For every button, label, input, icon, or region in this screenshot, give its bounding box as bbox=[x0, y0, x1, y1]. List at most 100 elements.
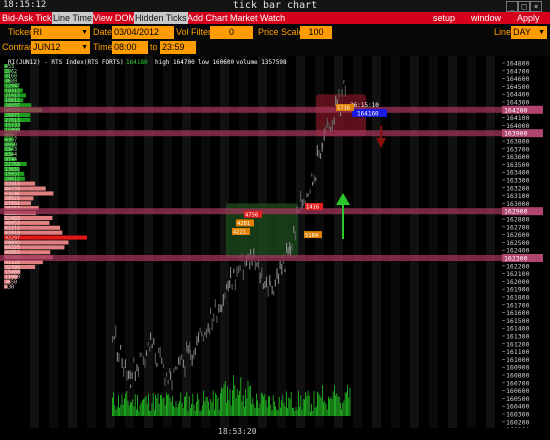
volume-bar bbox=[138, 411, 140, 416]
price-bar bbox=[167, 379, 169, 385]
vol-filter-label: Vol Filter bbox=[176, 27, 212, 37]
price-bar bbox=[193, 349, 195, 359]
ticker-value: RI bbox=[33, 27, 42, 37]
contract-select[interactable]: JUN12 ▼ bbox=[31, 41, 90, 54]
volume-bar bbox=[152, 392, 154, 416]
menu-window[interactable]: window bbox=[470, 12, 502, 24]
price-bar bbox=[174, 366, 176, 370]
volume-bar bbox=[343, 400, 345, 416]
price-bar bbox=[196, 336, 198, 346]
volume-bar bbox=[320, 397, 322, 416]
level-line[interactable] bbox=[0, 130, 502, 137]
price-bar bbox=[149, 345, 151, 352]
volume-bar bbox=[136, 409, 137, 416]
price-bar bbox=[202, 335, 204, 342]
price-bar bbox=[322, 143, 324, 148]
volume-bar bbox=[196, 401, 197, 416]
volume-bar bbox=[336, 393, 338, 416]
volume-bar bbox=[248, 386, 250, 416]
volume-bar bbox=[226, 402, 227, 416]
volume-bar bbox=[203, 390, 204, 416]
menu-bid-ask-tick[interactable]: Bid-Ask Tick bbox=[1, 12, 53, 24]
volume-bar bbox=[112, 397, 113, 416]
time-to-field[interactable]: 23:59 bbox=[160, 41, 196, 54]
minimize-icon[interactable]: _ bbox=[506, 1, 518, 12]
volume-bar bbox=[274, 401, 275, 416]
price-bar bbox=[206, 328, 208, 338]
volume-bar bbox=[149, 411, 150, 416]
volume-bar bbox=[146, 403, 148, 416]
level-line[interactable] bbox=[0, 106, 502, 113]
price-tick-label: 160400 bbox=[506, 403, 530, 411]
price-bar bbox=[261, 267, 263, 279]
volume-bar bbox=[121, 394, 123, 416]
price-bar bbox=[120, 344, 122, 350]
volume-bar bbox=[160, 395, 161, 416]
price-tick-label: 163300 bbox=[506, 177, 530, 185]
volume-bar bbox=[341, 409, 342, 416]
volume-bar bbox=[288, 397, 290, 416]
volume-bar bbox=[228, 400, 230, 416]
volume-bar bbox=[115, 409, 117, 416]
restore-icon[interactable]: □ bbox=[518, 1, 530, 12]
volume-bar bbox=[308, 395, 310, 416]
countdown-label: 26:15:10 bbox=[350, 102, 379, 109]
date-field[interactable]: 03/04/2012 bbox=[112, 26, 174, 39]
volume-bar bbox=[208, 401, 209, 416]
price-scale-field[interactable]: 100 bbox=[300, 26, 332, 39]
price-bar bbox=[162, 363, 164, 369]
price-tick-label: 162600 bbox=[506, 231, 530, 239]
price-bar bbox=[320, 153, 322, 159]
price-bar bbox=[214, 299, 216, 308]
volume-bar bbox=[214, 409, 215, 416]
menu-setup[interactable]: setup bbox=[432, 12, 456, 24]
close-icon[interactable]: × bbox=[530, 1, 542, 12]
price-bar bbox=[341, 88, 343, 98]
chart-area[interactable]: 453 2962 3168 3680 12947 18312 21917 18812 28037… bbox=[0, 56, 550, 440]
price-bar bbox=[176, 366, 178, 370]
level-line[interactable] bbox=[0, 255, 502, 261]
price-bar bbox=[146, 350, 148, 356]
volume-bar bbox=[114, 405, 116, 416]
trade-label: 1416 bbox=[306, 205, 319, 211]
menu-view-dom[interactable]: View DOM bbox=[92, 12, 137, 24]
volume-bar bbox=[342, 402, 344, 416]
level-price-label: 163900 bbox=[504, 130, 528, 138]
price-bar bbox=[284, 269, 286, 273]
current-price-label: 164160 bbox=[357, 110, 379, 117]
vol-filter-field[interactable]: 0 bbox=[210, 26, 253, 39]
ticker-select[interactable]: RI ▼ bbox=[31, 26, 90, 39]
volume-bar bbox=[240, 377, 242, 416]
price-bar bbox=[156, 362, 158, 367]
volume-bar bbox=[276, 409, 278, 416]
price-bar bbox=[326, 118, 328, 128]
menu-hidden-ticks[interactable]: Hidden Ticks bbox=[134, 12, 188, 24]
price-bar bbox=[199, 328, 201, 333]
price-bar bbox=[259, 272, 261, 284]
apply-button[interactable]: Apply bbox=[516, 12, 541, 24]
volume-bar bbox=[349, 387, 351, 416]
price-bar bbox=[294, 231, 296, 241]
volume-bar bbox=[344, 392, 346, 416]
line-select[interactable]: DAY ▼ bbox=[511, 26, 547, 39]
price-bar bbox=[179, 355, 181, 366]
time-from-field[interactable]: 08:00 bbox=[112, 41, 148, 54]
menu-add-chart[interactable]: Add Chart bbox=[186, 12, 229, 24]
price-bar bbox=[315, 177, 317, 182]
menu-line-time[interactable]: Line Time bbox=[52, 12, 94, 24]
volume-bar bbox=[271, 410, 273, 416]
volume-bar bbox=[264, 394, 266, 416]
volume-bar bbox=[232, 390, 233, 416]
price-bar bbox=[126, 370, 128, 381]
price-bar bbox=[116, 352, 118, 362]
volume-bar bbox=[281, 400, 282, 416]
menu-market-watch[interactable]: Market Watch bbox=[229, 12, 286, 24]
volume-bar bbox=[270, 404, 272, 416]
price-bar bbox=[219, 304, 221, 313]
volume-bar bbox=[131, 402, 132, 416]
volume-bar bbox=[292, 407, 293, 416]
tick-bar-chart[interactable]: 4532962316836801294718312219171881228037… bbox=[0, 56, 550, 440]
volume-bar bbox=[322, 385, 323, 416]
volume-bar bbox=[188, 396, 190, 416]
volume-bar bbox=[305, 392, 306, 416]
